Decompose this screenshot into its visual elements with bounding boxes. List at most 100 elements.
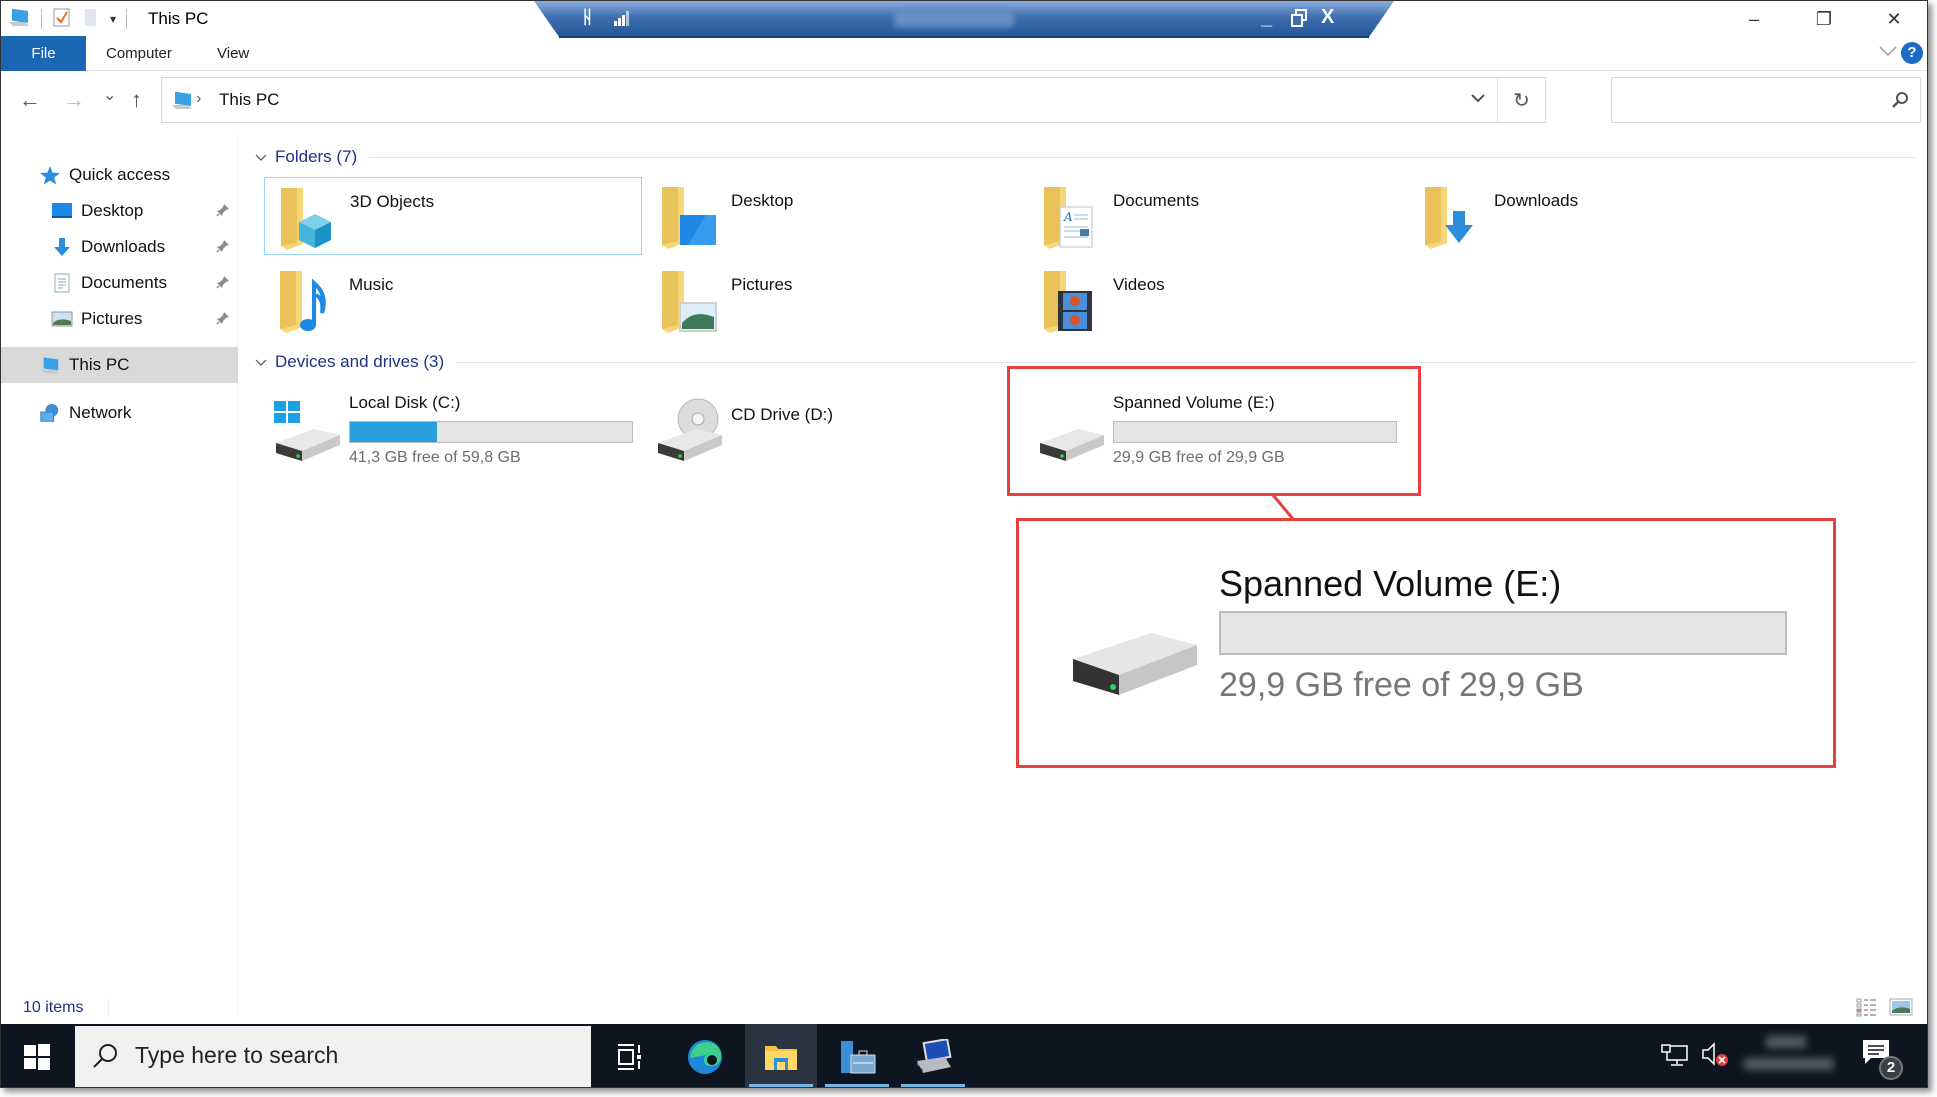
file-explorer-icon xyxy=(765,1045,797,1070)
sidebar-item-pictures[interactable]: Pictures xyxy=(1,301,238,337)
edge-button[interactable] xyxy=(669,1024,741,1087)
address-dropdown-icon[interactable] xyxy=(1471,90,1485,108)
search-icon[interactable] xyxy=(1890,90,1910,115)
refresh-button[interactable]: ↻ xyxy=(1497,78,1545,122)
action-center-button[interactable]: 2 xyxy=(1861,1038,1903,1080)
sidebar-item-this-pc[interactable]: This PC xyxy=(1,347,238,383)
task-view-button[interactable] xyxy=(593,1024,665,1087)
start-button[interactable] xyxy=(1,1024,73,1087)
search-input[interactable] xyxy=(1611,77,1921,123)
close-button[interactable]: ✕ xyxy=(1859,1,1927,37)
pin-icon[interactable]: ᚺ xyxy=(582,7,593,28)
tab-file[interactable]: File xyxy=(1,36,86,71)
folder-tile-downloads[interactable]: Downloads xyxy=(1409,177,1787,255)
hard-drive-icon xyxy=(1069,621,1199,701)
chevron-down-icon[interactable] xyxy=(255,150,267,165)
folder-name: Desktop xyxy=(731,191,794,210)
clock-redacted[interactable] xyxy=(1736,1034,1836,1078)
pin-icon[interactable] xyxy=(216,239,230,256)
folder-tile-desktop[interactable]: Desktop xyxy=(646,177,1024,255)
ribbon: File Computer View ? xyxy=(1,36,1927,71)
maximize-button[interactable]: ❐ xyxy=(1789,1,1859,37)
back-button[interactable]: ← xyxy=(19,87,41,113)
remote-connection-bar: ᚺ _ X xyxy=(534,1,1394,39)
sidebar-item-desktop[interactable]: Desktop xyxy=(1,193,238,229)
desktop-icon xyxy=(51,201,73,221)
documents-icon xyxy=(51,273,73,293)
sidebar-item-downloads[interactable]: Downloads xyxy=(1,229,238,265)
up-button[interactable]: ↑ xyxy=(131,87,142,113)
time-redacted xyxy=(1766,1036,1806,1048)
quick-access-toolbar: ▾ xyxy=(7,6,128,33)
devices-group-label: Devices and drives (3) xyxy=(275,352,445,371)
rdp-close-button[interactable]: X xyxy=(1321,6,1334,29)
sidebar-item-label: Pictures xyxy=(81,309,143,328)
folder-tile-music[interactable]: Music xyxy=(264,261,642,339)
window-title: This PC xyxy=(148,9,209,28)
recent-locations-button[interactable]: ⌄ xyxy=(103,85,116,105)
large-icons-view-icon[interactable] xyxy=(1889,997,1913,1019)
remote-host-name-redacted xyxy=(894,11,1014,27)
properties-icon[interactable] xyxy=(52,6,72,33)
folder-name: Videos xyxy=(1113,275,1165,294)
minimize-button[interactable]: – xyxy=(1719,1,1789,37)
sidebar-item-label: This PC xyxy=(69,355,130,374)
chevron-down-icon[interactable] xyxy=(255,355,267,370)
pin-icon[interactable] xyxy=(216,275,230,292)
running-indicator xyxy=(825,1084,889,1087)
new-folder-icon[interactable] xyxy=(82,6,100,33)
drive-usage-fill xyxy=(350,422,438,442)
forward-button[interactable]: → xyxy=(63,87,85,113)
sidebar-item-network[interactable]: Network xyxy=(1,395,238,431)
folder-name: Downloads xyxy=(1494,191,1579,210)
breadcrumb-this-pc[interactable]: This PC xyxy=(219,90,279,110)
star-icon xyxy=(39,165,61,185)
sidebar-item-label: Documents xyxy=(81,273,167,292)
drive-tile-d[interactable]: CD Drive (D:) xyxy=(646,387,1024,477)
notification-count-badge: 2 xyxy=(1879,1056,1903,1080)
pin-icon[interactable] xyxy=(216,311,230,328)
expand-ribbon-icon[interactable] xyxy=(1879,44,1897,60)
remote-desktop-icon xyxy=(917,1038,952,1073)
tab-computer[interactable]: Computer xyxy=(86,36,192,71)
taskbar: Type here to search 2 xyxy=(1,1024,1927,1087)
sidebar-item-label: Downloads xyxy=(81,237,166,256)
tab-view[interactable]: View xyxy=(197,36,269,71)
zoomed-callout-drive-e: Spanned Volume (E:) 29,9 GB free of 29,9… xyxy=(1016,518,1836,768)
network-icon xyxy=(39,403,61,423)
customize-toolbar-icon[interactable]: ▾ xyxy=(110,12,116,26)
computer-icon xyxy=(39,355,61,375)
folder-tile-videos[interactable]: Videos xyxy=(1028,261,1406,339)
taskbar-search-box[interactable]: Type here to search xyxy=(75,1026,591,1087)
volume-muted-icon[interactable] xyxy=(1701,1042,1729,1073)
help-button[interactable]: ? xyxy=(1901,42,1923,64)
network-status-icon[interactable] xyxy=(1661,1044,1689,1073)
rdp-minimize-button[interactable]: _ xyxy=(1261,7,1272,30)
folders-group-header[interactable]: Folders (7) xyxy=(251,145,1916,169)
sidebar-item-label: Network xyxy=(69,403,132,422)
pin-icon[interactable] xyxy=(216,203,230,220)
title-bar: ▾ This PC ᚺ _ X – ❐ ✕ xyxy=(1,1,1927,39)
address-bar[interactable]: › This PC ↻ xyxy=(161,77,1546,123)
folder-tile-documents[interactable]: A Documents xyxy=(1028,177,1406,255)
divider xyxy=(41,9,42,29)
divider xyxy=(369,156,1916,158)
sidebar-item-documents[interactable]: Documents xyxy=(1,265,238,301)
drive-tile-c[interactable]: Local Disk (C:) 41,3 GB free of 59,8 GB xyxy=(264,387,642,477)
folder-tile-3d-objects[interactable]: 3D Objects xyxy=(264,177,642,255)
breadcrumb-separator[interactable]: › xyxy=(196,90,201,108)
windows-logo-icon xyxy=(24,1043,50,1070)
task-view-icon xyxy=(618,1043,641,1070)
server-manager-icon xyxy=(841,1040,876,1073)
folder-tile-pictures[interactable]: Pictures xyxy=(646,261,1024,339)
remote-desktop-button[interactable] xyxy=(897,1024,969,1087)
file-explorer-button[interactable] xyxy=(745,1024,817,1087)
documents-folder-icon: A xyxy=(1040,185,1100,249)
system-drive-icon xyxy=(272,395,342,465)
divider xyxy=(456,361,1916,363)
server-manager-button[interactable] xyxy=(821,1024,893,1087)
sidebar-item-quick-access[interactable]: Quick access xyxy=(1,157,238,193)
sidebar-item-label: Quick access xyxy=(69,165,171,184)
details-view-icon[interactable] xyxy=(1856,997,1880,1019)
svg-text:A: A xyxy=(1063,210,1073,224)
